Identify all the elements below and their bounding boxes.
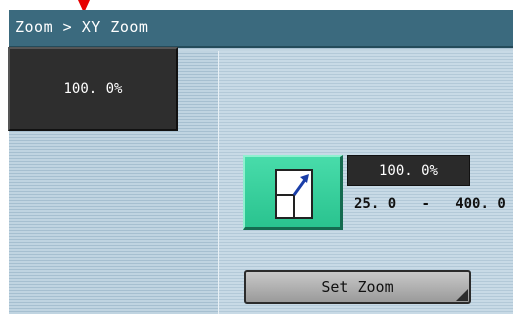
xy-zoom-icon (275, 169, 313, 219)
set-zoom-label: Set Zoom (321, 278, 394, 296)
breadcrumb-title: Zoom > XY Zoom (15, 18, 149, 36)
xy-zoom-button[interactable] (243, 155, 343, 230)
corner-triangle-icon (456, 289, 468, 301)
zoom-ratio-display: 100. 0% (8, 47, 178, 131)
title-bar: Zoom > XY Zoom (9, 10, 513, 48)
range-separator: - (421, 196, 430, 212)
zoom-range: 25. 0 - 400. 0 (354, 196, 506, 212)
zoom-value-display: 100. 0% (347, 155, 470, 186)
range-max: 400. 0 (455, 196, 506, 212)
set-zoom-button[interactable]: Set Zoom (244, 270, 471, 304)
range-min: 25. 0 (354, 196, 397, 212)
